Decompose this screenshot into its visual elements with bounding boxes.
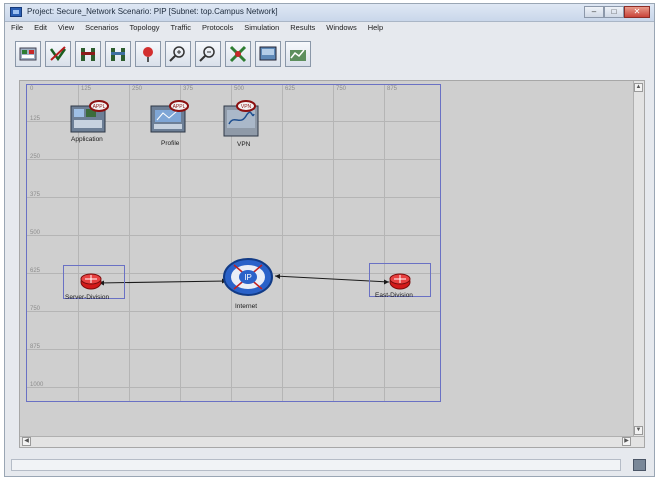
title-bar: Project: Secure_Network Scenario: PIP [S…	[5, 4, 654, 22]
application-label: Application	[71, 136, 103, 143]
zoom-in-button[interactable]	[165, 41, 191, 67]
zoom-out-icon	[199, 46, 215, 62]
vpn-badge: VPN	[241, 104, 252, 110]
vertical-scrollbar[interactable]: ▲ ▼	[633, 81, 644, 447]
east-division-label: East-Division	[375, 292, 413, 299]
profile-config-icon: APPL	[150, 100, 189, 133]
internet-node[interactable]: IP	[222, 257, 274, 297]
network-grid[interactable]: 0 125 250 375 500 625 750 875 125 250 37…	[26, 84, 441, 402]
maximize-button[interactable]: □	[604, 6, 624, 18]
scroll-down-arrow-icon[interactable]: ▼	[634, 426, 643, 435]
view-results-icon	[259, 46, 277, 61]
project-workspace[interactable]: 0 125 250 375 500 625 750 875 125 250 37…	[19, 80, 645, 448]
scroll-up-arrow-icon[interactable]: ▲	[634, 83, 643, 92]
router-icon	[80, 273, 102, 290]
application-badge: APPL	[93, 104, 106, 110]
vpn-config-icon: VPN	[223, 100, 259, 137]
window-title: Project: Secure_Network Scenario: PIP [S…	[27, 7, 278, 16]
profile-label: Profile	[161, 140, 180, 147]
window-controls: – □ ✕	[584, 6, 650, 19]
scroll-left-arrow-icon[interactable]: ◀	[22, 437, 31, 446]
menu-topology[interactable]: Topology	[130, 22, 160, 33]
zoom-in-icon	[169, 46, 185, 62]
menu-help[interactable]: Help	[368, 22, 383, 33]
vpn-label: VPN	[237, 141, 251, 148]
server-division-node[interactable]	[80, 272, 102, 290]
horizontal-scrollbar[interactable]: ◀ ▶	[20, 436, 644, 447]
configure-discrete-event-icon	[229, 45, 247, 63]
menu-file[interactable]: File	[11, 22, 23, 33]
zoom-out-button[interactable]	[195, 41, 221, 67]
server-division-label: Server-Division	[65, 294, 110, 301]
status-message-field	[11, 459, 621, 471]
menu-protocols[interactable]: Protocols	[202, 22, 233, 33]
menu-simulation[interactable]: Simulation	[244, 22, 279, 33]
status-log-icon[interactable]	[633, 459, 646, 471]
status-bar	[5, 454, 654, 476]
router-icon	[389, 273, 411, 290]
application-config-icon: APPL	[70, 100, 109, 133]
toolbar	[9, 36, 317, 72]
menu-view[interactable]: View	[58, 22, 74, 33]
fail-node-button[interactable]	[75, 41, 101, 67]
application-node[interactable]: APPL	[69, 100, 109, 134]
vpn-node[interactable]: VPN	[222, 100, 264, 138]
menu-traffic[interactable]: Traffic	[171, 22, 191, 33]
profile-node[interactable]: APPL	[149, 100, 189, 134]
return-parent-icon	[143, 47, 153, 62]
east-division-node[interactable]	[389, 272, 411, 290]
recover-node-icon	[111, 48, 125, 61]
close-button[interactable]: ✕	[624, 6, 650, 18]
menu-windows[interactable]: Windows	[326, 22, 356, 33]
menu-results[interactable]: Results	[290, 22, 315, 33]
open-palette-button[interactable]	[15, 41, 41, 67]
return-parent-button[interactable]	[135, 41, 161, 67]
check-links-icon	[49, 46, 67, 62]
hide-graphs-button[interactable]	[285, 41, 311, 67]
scroll-right-arrow-icon[interactable]: ▶	[622, 437, 631, 446]
app-icon	[10, 7, 22, 17]
profile-badge: APPL	[173, 104, 186, 110]
hide-graphs-icon	[290, 49, 306, 61]
check-links-button[interactable]	[45, 41, 71, 67]
recover-node-button[interactable]	[105, 41, 131, 67]
menu-scenarios[interactable]: Scenarios	[85, 22, 118, 33]
menu-bar: File Edit View Scenarios Topology Traffi…	[5, 22, 654, 33]
main-window: Project: Secure_Network Scenario: PIP [S…	[4, 3, 655, 477]
internet-label: Internet	[235, 303, 258, 310]
view-results-button[interactable]	[255, 41, 281, 67]
open-palette-icon	[19, 47, 37, 61]
menu-edit[interactable]: Edit	[34, 22, 47, 33]
internet-cloud-icon: IP	[223, 258, 273, 296]
fail-node-icon	[81, 48, 95, 61]
configure-discrete-event-button[interactable]	[225, 41, 251, 67]
internet-badge: IP	[244, 273, 252, 282]
minimize-button[interactable]: –	[584, 6, 604, 18]
